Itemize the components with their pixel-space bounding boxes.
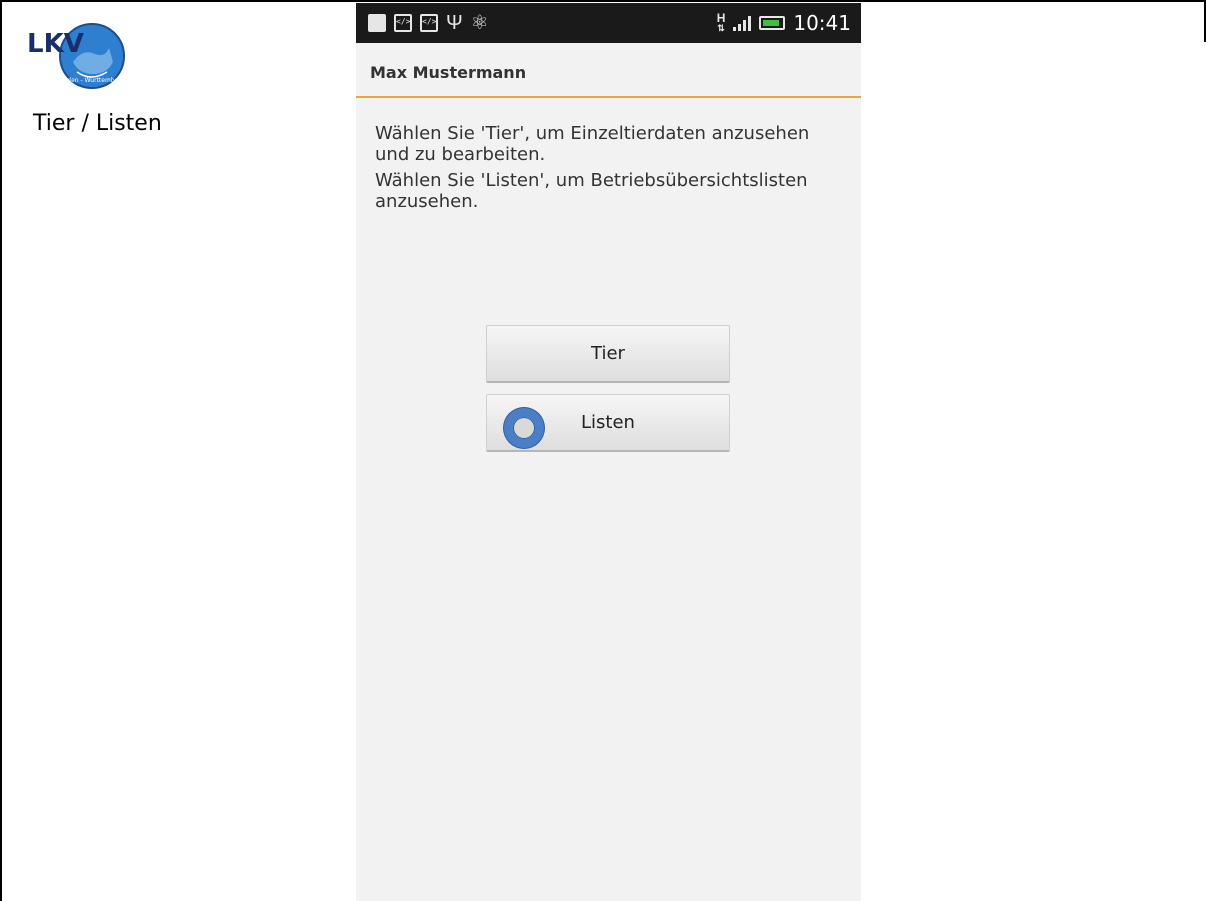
svg-text:LKV: LKV [27, 29, 84, 59]
touch-indicator-icon [504, 408, 544, 448]
tier-button[interactable]: Tier [486, 325, 730, 383]
listen-button-label: Listen [581, 412, 635, 433]
svg-text:Baden - Württemberg: Baden - Württemberg [60, 77, 125, 84]
slide-frame-top [0, 0, 1206, 2]
debug-icon: ⚛ [470, 12, 489, 34]
action-bar: Max Mustermann [356, 43, 861, 98]
status-bar: Ψ ⚛ H ⇅ 10:41 [356, 3, 861, 43]
code-icon [394, 14, 412, 32]
slide-label: Tier / Listen [33, 111, 162, 136]
signal-icon [733, 15, 752, 31]
tier-button-label: Tier [591, 343, 625, 364]
instruction-listen: Wählen Sie 'Listen', um Betriebsübersich… [375, 170, 808, 212]
lkv-logo: LKV Baden - Württemberg [25, 22, 129, 92]
action-bar-title: Max Mustermann [370, 63, 527, 82]
status-icons-right: H ⇅ 10:41 [717, 9, 851, 37]
status-time: 10:41 [793, 11, 851, 35]
sms-icon [368, 14, 386, 32]
phone-screen: Ψ ⚛ H ⇅ 10:41 Max Mustermann Wählen Sie … [356, 3, 861, 901]
instruction-tier: Wählen Sie 'Tier', um Einzeltierdaten an… [375, 123, 810, 165]
code-icon [420, 14, 438, 32]
instructions-text: Wählen Sie 'Tier', um Einzeltierdaten an… [375, 123, 835, 217]
usb-icon: Ψ [446, 12, 463, 34]
slide-frame-left [0, 0, 2, 901]
network-activity-icon: H ⇅ [716, 11, 726, 33]
battery-icon [759, 16, 786, 30]
status-icons-left: Ψ ⚛ [368, 11, 489, 35]
